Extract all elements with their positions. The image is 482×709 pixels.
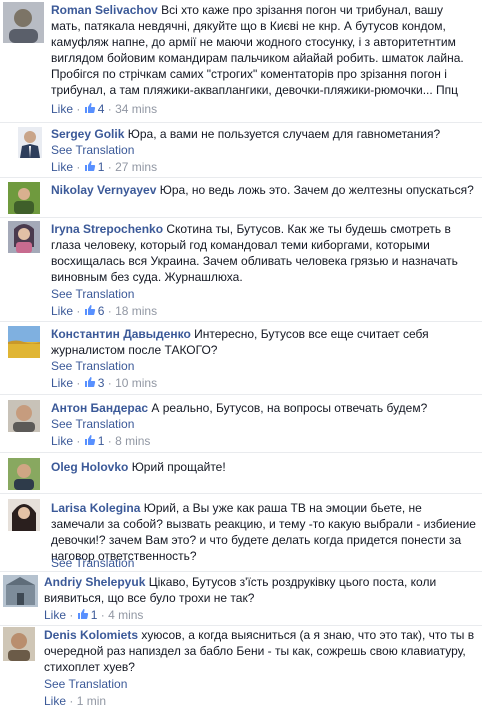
comment-text-block: Denis Kolomiets хуюсов, а когда выяснить… — [44, 627, 476, 675]
like-link[interactable]: Like — [51, 304, 73, 318]
avatar[interactable] — [8, 400, 40, 432]
comment-text-block: Антон Бандерас А реально, Бутусов, на во… — [51, 400, 476, 416]
see-translation-link[interactable]: See Translation — [51, 142, 134, 158]
thumbs-up-icon — [84, 434, 96, 446]
comment-actions: Like · 6 · 18 mins — [51, 304, 158, 318]
like-count-value: 4 — [97, 102, 105, 116]
avatar[interactable] — [3, 627, 35, 661]
comment-time[interactable]: 27 mins — [115, 160, 157, 174]
comment-text: Всі хто каже про зрізання погон чи трибу… — [51, 3, 464, 97]
comment-actions: Like · 3 · 10 mins — [51, 376, 158, 390]
see-translation-link[interactable]: See Translation — [51, 286, 134, 302]
comment-time[interactable]: 8 mins — [115, 434, 150, 448]
comment-text-block: Andriy Shelepyuk Цікаво, Бутусов з'їсть … — [44, 574, 476, 606]
comment-author[interactable]: Andriy Shelepyuk — [44, 575, 145, 589]
divider — [0, 217, 482, 218]
divider — [0, 452, 482, 453]
comment-actions: Like · 1 · 4 mins — [44, 608, 144, 622]
comment-actions: Like · 4 · 34 mins — [51, 102, 158, 116]
comment-author[interactable]: Roman Selivachov — [51, 3, 158, 17]
comment-actions: Like · 1 min — [44, 694, 107, 708]
avatar[interactable] — [8, 499, 40, 531]
comment-author[interactable]: Константин Давыденко — [51, 327, 191, 341]
divider — [0, 394, 482, 395]
comment-author[interactable]: Larisa Kolegina — [51, 501, 140, 515]
see-translation-link[interactable]: See Translation — [51, 358, 134, 374]
like-link[interactable]: Like — [44, 694, 66, 708]
comment-author[interactable]: Denis Kolomiets — [44, 628, 138, 642]
avatar[interactable] — [8, 326, 40, 358]
thumbs-up-icon — [84, 160, 96, 172]
like-link[interactable]: Like — [51, 160, 73, 174]
divider — [0, 177, 482, 178]
comment-text-block: Sergey Golik Юра, а вами не пользуется с… — [51, 126, 476, 142]
see-translation-link[interactable]: See Translation — [51, 416, 134, 432]
like-count-value: 1 — [97, 434, 105, 448]
avatar[interactable] — [18, 127, 42, 158]
comment-text-block: Nikolay Vernyayev Юра, но ведь ложь это.… — [51, 182, 476, 198]
avatar[interactable] — [8, 221, 40, 253]
comment-author[interactable]: Iryna Strepochenko — [51, 222, 163, 236]
comment-text: Юрий прощайте! — [131, 460, 226, 474]
comment-text-block: Iryna Strepochenko Скотина ты, Бутусов. … — [51, 221, 476, 285]
comment-text-block: Константин Давыденко Интересно, Бутусов … — [51, 326, 476, 358]
comment-time[interactable]: 1 min — [77, 694, 106, 708]
thumbs-up-icon — [84, 376, 96, 388]
divider — [0, 571, 482, 572]
see-translation-link[interactable]: See Translation — [51, 555, 134, 571]
like-count[interactable]: 1 — [84, 434, 105, 448]
comment-text: Юра, но ведь ложь это. Зачем до желтезны… — [159, 183, 474, 197]
like-count-value: 1 — [97, 160, 105, 174]
avatar[interactable] — [8, 182, 40, 214]
thumbs-up-icon — [84, 102, 96, 114]
like-count[interactable]: 1 — [84, 160, 105, 174]
comment-author[interactable]: Антон Бандерас — [51, 401, 148, 415]
comment-time[interactable]: 4 mins — [108, 608, 143, 622]
like-count[interactable]: 3 — [84, 376, 105, 390]
like-count-value: 6 — [97, 304, 105, 318]
like-link[interactable]: Like — [51, 376, 73, 390]
comment-actions: Like · 1 · 8 mins — [51, 434, 151, 448]
comment-actions: Like · 1 · 27 mins — [51, 160, 158, 174]
like-link[interactable]: Like — [51, 102, 73, 116]
comment-text-block: Roman Selivachov Всі хто каже про зрізан… — [51, 2, 476, 98]
divider — [0, 122, 482, 123]
thumbs-up-icon — [84, 304, 96, 316]
like-link[interactable]: Like — [51, 434, 73, 448]
comment-time[interactable]: 34 mins — [115, 102, 157, 116]
avatar[interactable] — [3, 575, 38, 607]
comment-text: Юра, а вами не пользуется случаем для га… — [127, 127, 441, 141]
divider — [0, 493, 482, 494]
comment-author[interactable]: Oleg Holovko — [51, 460, 128, 474]
comment-text-block: Oleg Holovko Юрий прощайте! — [51, 459, 476, 475]
comment-author[interactable]: Nikolay Vernyayev — [51, 183, 156, 197]
see-translation-link[interactable]: See Translation — [44, 676, 127, 692]
thumbs-up-icon — [77, 608, 89, 620]
comment-time[interactable]: 18 mins — [115, 304, 157, 318]
divider — [0, 625, 482, 626]
avatar[interactable] — [8, 458, 40, 490]
like-count[interactable]: 6 — [84, 304, 105, 318]
divider — [0, 321, 482, 322]
like-count[interactable]: 4 — [84, 102, 105, 116]
like-count-value: 1 — [90, 608, 98, 622]
like-link[interactable]: Like — [44, 608, 66, 622]
like-count[interactable]: 1 — [77, 608, 98, 622]
like-count-value: 3 — [97, 376, 105, 390]
avatar[interactable] — [3, 2, 44, 43]
comment-author[interactable]: Sergey Golik — [51, 127, 124, 141]
comment-time[interactable]: 10 mins — [115, 376, 157, 390]
comment-text: А реально, Бутусов, на вопросы отвечать … — [151, 401, 428, 415]
